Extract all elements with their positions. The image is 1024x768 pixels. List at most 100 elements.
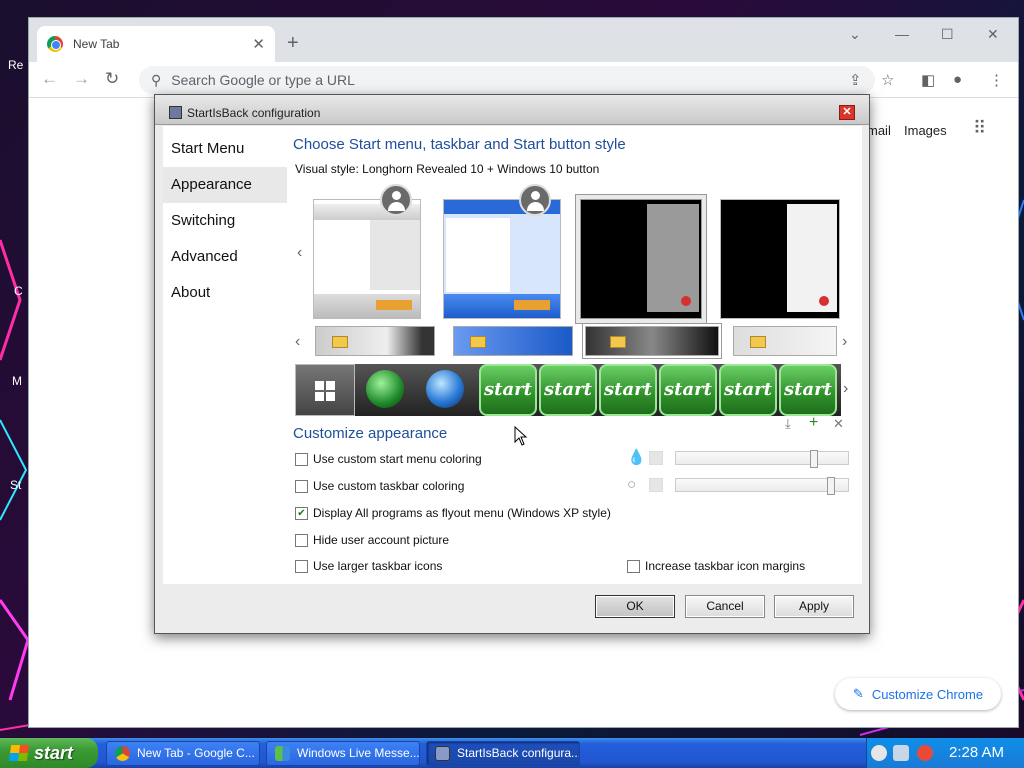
checkbox-custom-start-menu-coloring[interactable]: Use custom start menu coloring	[295, 452, 482, 466]
forward-icon[interactable]: →	[73, 69, 90, 89]
taskbar-style-1[interactable]	[315, 326, 435, 356]
share-icon[interactable]: ⇪	[849, 71, 862, 89]
taskbar-opacity-slider[interactable]	[675, 477, 849, 495]
taskbar-style-4[interactable]	[733, 326, 837, 356]
clover-orb-icon[interactable]	[366, 370, 404, 408]
dialog-close-button[interactable]: ✕	[839, 105, 855, 120]
close-icon[interactable]: ✕	[987, 26, 999, 43]
style-thumb-4[interactable]	[720, 199, 840, 319]
task-label: Windows Live Messe...	[297, 746, 420, 760]
desktop-icon-label[interactable]: Re	[8, 58, 23, 72]
tab-search-icon[interactable]: ⌄	[849, 26, 861, 43]
checkbox-box-checked[interactable]: ✔	[295, 506, 308, 520]
slider-thumb[interactable]	[827, 477, 835, 495]
side-panel-icon[interactable]: ◧	[921, 71, 935, 89]
xp-start-button-5[interactable]: start	[719, 364, 777, 416]
checkbox-taskbar-icon-margins[interactable]: Increase taskbar icon margins	[627, 559, 805, 573]
taskbar-style-2[interactable]	[453, 326, 573, 356]
xp-start-button-6[interactable]: start	[779, 364, 837, 416]
images-link[interactable]: Images	[904, 123, 947, 138]
task-button-messenger[interactable]: Windows Live Messe...	[266, 741, 420, 766]
bookmark-star-icon[interactable]: ☆	[881, 71, 894, 89]
checkbox-custom-taskbar-coloring[interactable]: Use custom taskbar coloring	[295, 479, 464, 493]
checkbox-hide-user-picture[interactable]: Hide user account picture	[295, 533, 449, 547]
task-label: New Tab - Google C...	[137, 746, 255, 760]
volume-muted-icon[interactable]	[917, 745, 933, 761]
back-icon[interactable]: ←	[41, 69, 58, 89]
desktop-icon-label[interactable]: C	[14, 284, 23, 298]
ok-button[interactable]: OK	[595, 595, 675, 618]
style-thumb-3-selected[interactable]	[580, 199, 702, 319]
start-buttons-next-arrow-icon[interactable]: ›	[843, 380, 848, 398]
new-tab-button[interactable]: +	[287, 32, 299, 55]
app-icon	[169, 106, 182, 119]
profile-avatar-icon[interactable]: ●	[953, 71, 962, 88]
start-button-windows10[interactable]	[295, 364, 355, 416]
menu-kebab-icon[interactable]: ⋮	[989, 71, 1004, 89]
customize-chrome-button[interactable]: ✎ Customize Chrome	[835, 678, 1001, 710]
show-hidden-icons-icon[interactable]	[871, 745, 887, 761]
checkbox-label: Use larger taskbar icons	[313, 559, 443, 573]
sidebar-item-start-menu[interactable]: Start Menu	[163, 131, 287, 167]
checkbox-box[interactable]	[295, 479, 308, 493]
color-swatch-taskbar[interactable]	[649, 478, 663, 492]
gmail-link[interactable]: mail	[867, 123, 891, 138]
tab-close-button[interactable]: ✕	[252, 35, 265, 53]
checkbox-flyout-all-programs[interactable]: ✔ Display All programs as flyout menu (W…	[295, 506, 611, 520]
color-swatch-start-menu[interactable]	[649, 451, 663, 465]
checkbox-box[interactable]	[627, 559, 640, 573]
sidebar-item-switching[interactable]: Switching	[163, 203, 287, 239]
checkbox-box[interactable]	[295, 533, 308, 547]
xp-start-button-1[interactable]: start	[479, 364, 537, 416]
maximize-icon[interactable]: ☐	[941, 26, 954, 43]
desktop-icon-label[interactable]: M	[12, 374, 22, 388]
reload-icon[interactable]: ↻	[105, 69, 119, 89]
xp-start-button-2[interactable]: start	[539, 364, 597, 416]
style-thumb-1[interactable]	[313, 199, 421, 319]
task-button-startisback[interactable]: StartIsBack configura...	[426, 741, 580, 766]
checkbox-label: Use custom taskbar coloring	[313, 479, 465, 493]
windows-flag-icon	[8, 745, 30, 761]
taskbar-style-3-selected[interactable]	[585, 326, 719, 356]
start-button[interactable]: start	[0, 738, 98, 768]
apps-grid-icon[interactable]: ⠿	[973, 118, 986, 139]
taskbar-prev-arrow-icon[interactable]: ‹	[295, 333, 300, 351]
mouse-cursor-icon	[514, 426, 528, 446]
checkbox-label: Use custom start menu coloring	[313, 452, 482, 466]
customize-section-title: Customize appearance	[293, 425, 448, 442]
clock[interactable]: 2:28 AM	[949, 738, 1004, 768]
user-avatar-icon	[519, 184, 551, 216]
desktop-icon-label[interactable]: St	[10, 478, 21, 492]
checkbox-larger-taskbar-icons[interactable]: Use larger taskbar icons	[295, 559, 442, 573]
slider-thumb[interactable]	[810, 450, 818, 468]
sidebar-item-about[interactable]: About	[163, 275, 287, 311]
vista-orb-icon[interactable]	[426, 370, 464, 408]
checkbox-label: Hide user account picture	[313, 533, 450, 547]
remove-icon[interactable]: ✕	[833, 416, 844, 432]
taskbar-next-arrow-icon[interactable]: ›	[842, 333, 847, 351]
chrome-icon	[47, 36, 63, 52]
tab-new-tab[interactable]: New Tab ✕	[37, 26, 275, 62]
system-tray: 2:28 AM	[866, 738, 1024, 768]
cancel-button[interactable]: Cancel	[685, 595, 765, 618]
style-thumb-2[interactable]	[443, 199, 561, 319]
omnibox[interactable]: ⚲ Search Google or type a URL	[139, 66, 875, 94]
minimize-icon[interactable]: —	[895, 26, 909, 42]
add-icon[interactable]: +	[809, 414, 818, 432]
task-button-chrome[interactable]: New Tab - Google C...	[106, 741, 260, 766]
start-label: start	[34, 743, 74, 763]
xp-start-button-4[interactable]: start	[659, 364, 717, 416]
apply-button[interactable]: Apply	[774, 595, 854, 618]
omnibox-placeholder: Search Google or type a URL	[171, 72, 355, 88]
start-menu-opacity-slider[interactable]	[675, 450, 849, 468]
download-icon[interactable]: ⤓	[785, 416, 791, 432]
xp-start-button-3[interactable]: start	[599, 364, 657, 416]
styles-prev-arrow-icon[interactable]: ‹	[297, 244, 302, 262]
sidebar-item-advanced[interactable]: Advanced	[163, 239, 287, 275]
sidebar-item-appearance[interactable]: Appearance	[163, 167, 287, 203]
dialog-titlebar[interactable]: StartIsBack configuration ✕	[155, 95, 869, 125]
checkbox-box[interactable]	[295, 452, 308, 466]
checkbox-box[interactable]	[295, 559, 308, 573]
network-icon[interactable]	[893, 745, 909, 761]
tab-title: New Tab	[73, 37, 120, 51]
